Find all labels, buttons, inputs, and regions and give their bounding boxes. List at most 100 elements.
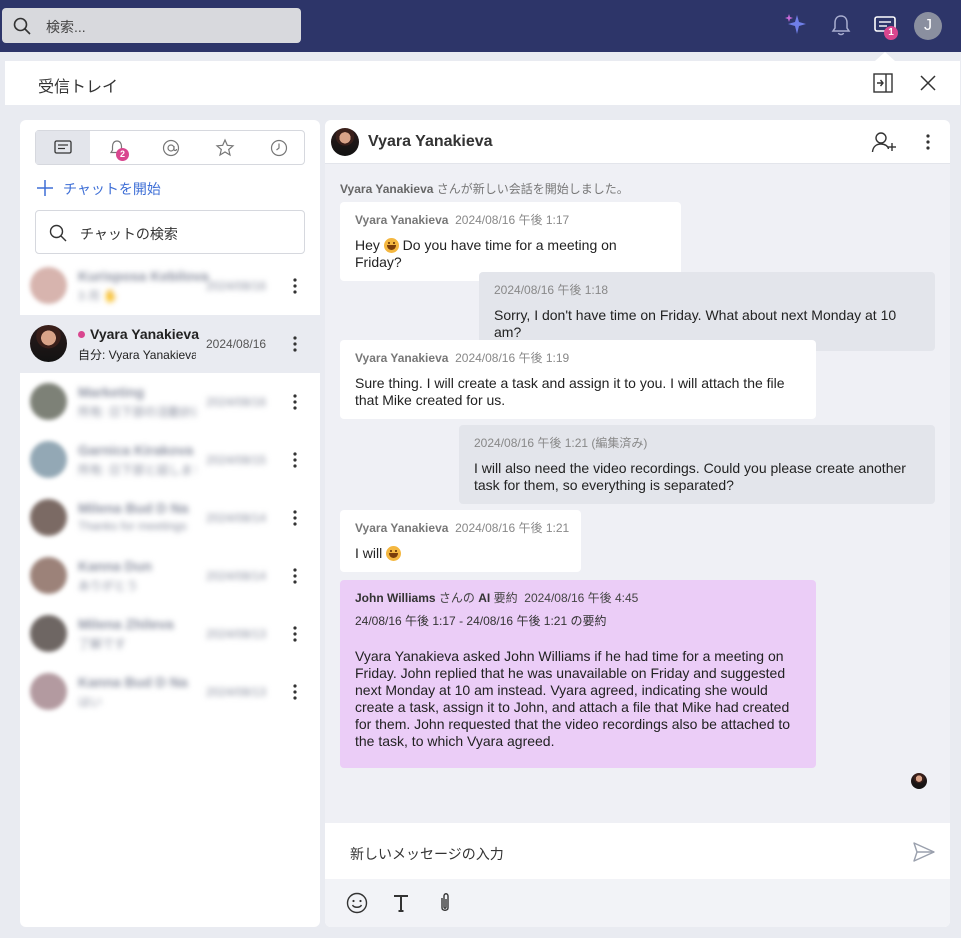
ai-summary-meta: John Williams さんの AI 要約 2024/08/16 午後 4:…	[355, 590, 801, 607]
conversation-name: Kurisposa Kebilova	[78, 268, 209, 284]
conversation-preview: 所有: 日下部と話しました	[78, 463, 196, 477]
attachment-icon[interactable]	[433, 891, 457, 915]
conversation-name: Milena Zhileva	[78, 616, 174, 632]
conversation-item[interactable]: Garnica Kirakova 所有: 日下部と話しました 2024/08/1…	[20, 431, 320, 489]
chat-search-input[interactable]: チャットの検索	[35, 210, 305, 254]
conversation-date: 2024/08/16	[206, 279, 267, 293]
message-bubble[interactable]: 2024/08/16 午後 1:21 (編集済み) I will also ne…	[459, 425, 935, 504]
system-message: Vyara Yanakieva さんが新しい会話を開始しました。	[340, 180, 629, 197]
tab-recent[interactable]	[252, 131, 306, 164]
conversation-name: Vyara Yanakieva	[90, 326, 199, 342]
dock-panel-icon[interactable]	[872, 72, 894, 94]
message-time: 2024/08/16 午後 1:21 (編集済み)	[474, 436, 648, 450]
text-format-icon[interactable]	[389, 891, 413, 915]
conversation-header: Vyara Yanakieva	[325, 120, 950, 164]
avatar	[30, 557, 67, 594]
conversation-item[interactable]: Kanna Dun ありがとう 2024/08/14	[20, 547, 320, 605]
ai-summary-bubble[interactable]: John Williams さんの AI 要約 2024/08/16 午後 4:…	[340, 580, 816, 768]
message-text-part: I will	[355, 545, 387, 561]
plus-icon	[37, 180, 53, 196]
message-time: 2024/08/16 午後 1:18	[494, 283, 609, 297]
conversation-item[interactable]: Kurisposa Kebilova 3 月 ✋ 2024/08/16	[20, 257, 320, 315]
ai-sparkle-icon[interactable]	[783, 12, 809, 38]
conversation-name: Garnica Kirakova	[78, 442, 194, 458]
more-options-icon[interactable]	[288, 507, 302, 529]
avatar	[30, 383, 67, 420]
grin-emoji-icon	[383, 238, 399, 253]
conversation-date: 2024/08/16	[206, 395, 267, 409]
add-participant-icon[interactable]	[871, 130, 897, 154]
tab-chats[interactable]	[36, 131, 90, 164]
conversation-item[interactable]: Marketing 所有: 日下部の活動計画 2024/08/16	[20, 373, 320, 431]
ai-summary-time: 2024/08/16 午後 4:45	[524, 591, 639, 605]
search-icon	[49, 224, 67, 242]
more-options-icon[interactable]	[288, 623, 302, 645]
star-icon	[215, 138, 235, 157]
message-text: Sure thing. I will create a task and ass…	[355, 375, 789, 408]
conversation-preview: 了解です	[78, 637, 127, 651]
message-meta: Vyara Yanakieva 2024/08/16 午後 1:19	[355, 350, 801, 367]
conversation-name: Milena Bud D Na	[78, 500, 189, 516]
message-meta: Vyara Yanakieva 2024/08/16 午後 1:17	[355, 212, 666, 229]
more-options-icon[interactable]	[288, 275, 302, 297]
avatar[interactable]	[331, 128, 359, 156]
message-bubble[interactable]: Vyara Yanakieva 2024/08/16 午後 1:19 Sure …	[340, 340, 816, 419]
emoji-icon[interactable]	[345, 891, 369, 915]
conversation-panel: Vyara Yanakieva Vyara Yanakieva さんが新しい会話…	[325, 120, 950, 927]
conversation-date: 2024/08/13	[206, 627, 267, 641]
avatar	[30, 441, 67, 478]
conversation-title[interactable]: Vyara Yanakieva	[368, 133, 493, 151]
popover-pointer	[875, 52, 895, 61]
conversation-item-selected[interactable]: Vyara Yanakieva 自分: Vyara Yanakieva aske…	[20, 315, 320, 373]
composer-toolbar	[325, 879, 950, 927]
conversation-item[interactable]: Kanna Bud D Na はい 2024/08/13	[20, 663, 320, 721]
conversation-preview: 所有: 日下部の活動計画	[78, 405, 196, 419]
chat-icon	[54, 140, 72, 154]
avatar	[30, 499, 67, 536]
avatar	[30, 673, 67, 710]
panel-header: 受信トレイ	[5, 61, 960, 105]
conversation-preview: ありがとう	[78, 579, 139, 593]
tab-mentions[interactable]	[144, 131, 198, 164]
tab-notifications[interactable]: 2	[90, 131, 144, 164]
conversation-date: 2024/08/14	[206, 511, 267, 525]
conversation-date: 2024/08/15	[206, 453, 267, 467]
conversation-name: Marketing	[78, 384, 145, 400]
avatar	[30, 267, 67, 304]
read-receipt-avatar	[911, 773, 927, 789]
global-search-input[interactable]: 検索...	[2, 8, 301, 43]
message-text-part: Hey	[355, 237, 384, 253]
conversation-list-panel: 2 チャットを開始 チャットの検索 Kurisposa Kebilova 3 月…	[20, 120, 320, 927]
chat-search-placeholder: チャットの検索	[80, 226, 178, 242]
conversation-date: 2024/08/13	[206, 685, 267, 699]
user-avatar[interactable]: J	[914, 12, 942, 40]
notification-bell-icon[interactable]	[828, 12, 854, 38]
more-options-icon[interactable]	[288, 333, 302, 355]
at-sign-icon	[162, 139, 180, 157]
message-sender: Vyara Yanakieva	[355, 213, 449, 227]
system-message-text: さんが新しい会話を開始しました。	[433, 182, 629, 196]
close-icon[interactable]	[917, 72, 939, 94]
more-options-icon[interactable]	[288, 391, 302, 413]
conversation-name: Kanna Dun	[78, 558, 152, 574]
more-options-icon[interactable]	[288, 449, 302, 471]
message-bubble[interactable]: Vyara Yanakieva 2024/08/16 午後 1:17 Hey D…	[340, 202, 681, 281]
conversation-date: 2024/08/16	[206, 337, 267, 351]
more-options-icon[interactable]	[921, 131, 935, 153]
more-options-icon[interactable]	[288, 681, 302, 703]
message-bubble[interactable]: Vyara Yanakieva 2024/08/16 午後 1:21 I wil…	[340, 510, 581, 572]
message-input[interactable]: 新しいメッセージの入力	[350, 844, 504, 864]
chat-unread-badge: 1	[884, 26, 898, 40]
conversation-date: 2024/08/14	[206, 569, 267, 583]
conversation-preview: Thanks for meetings	[78, 519, 187, 533]
tab-favorites[interactable]	[198, 131, 252, 164]
message-meta: Vyara Yanakieva 2024/08/16 午後 1:21	[355, 520, 569, 537]
conversation-item[interactable]: Milena Bud D Na Thanks for meetings 2024…	[20, 489, 320, 547]
conversation-preview: 3 月 ✋	[78, 289, 119, 303]
send-icon[interactable]	[912, 841, 936, 863]
conversation-name: Kanna Bud D Na	[78, 674, 188, 690]
conversation-item[interactable]: Milena Zhileva 了解です 2024/08/13	[20, 605, 320, 663]
message-sender: Vyara Yanakieva	[355, 351, 449, 365]
ai-summary-author: John Williams	[355, 591, 436, 605]
more-options-icon[interactable]	[288, 565, 302, 587]
